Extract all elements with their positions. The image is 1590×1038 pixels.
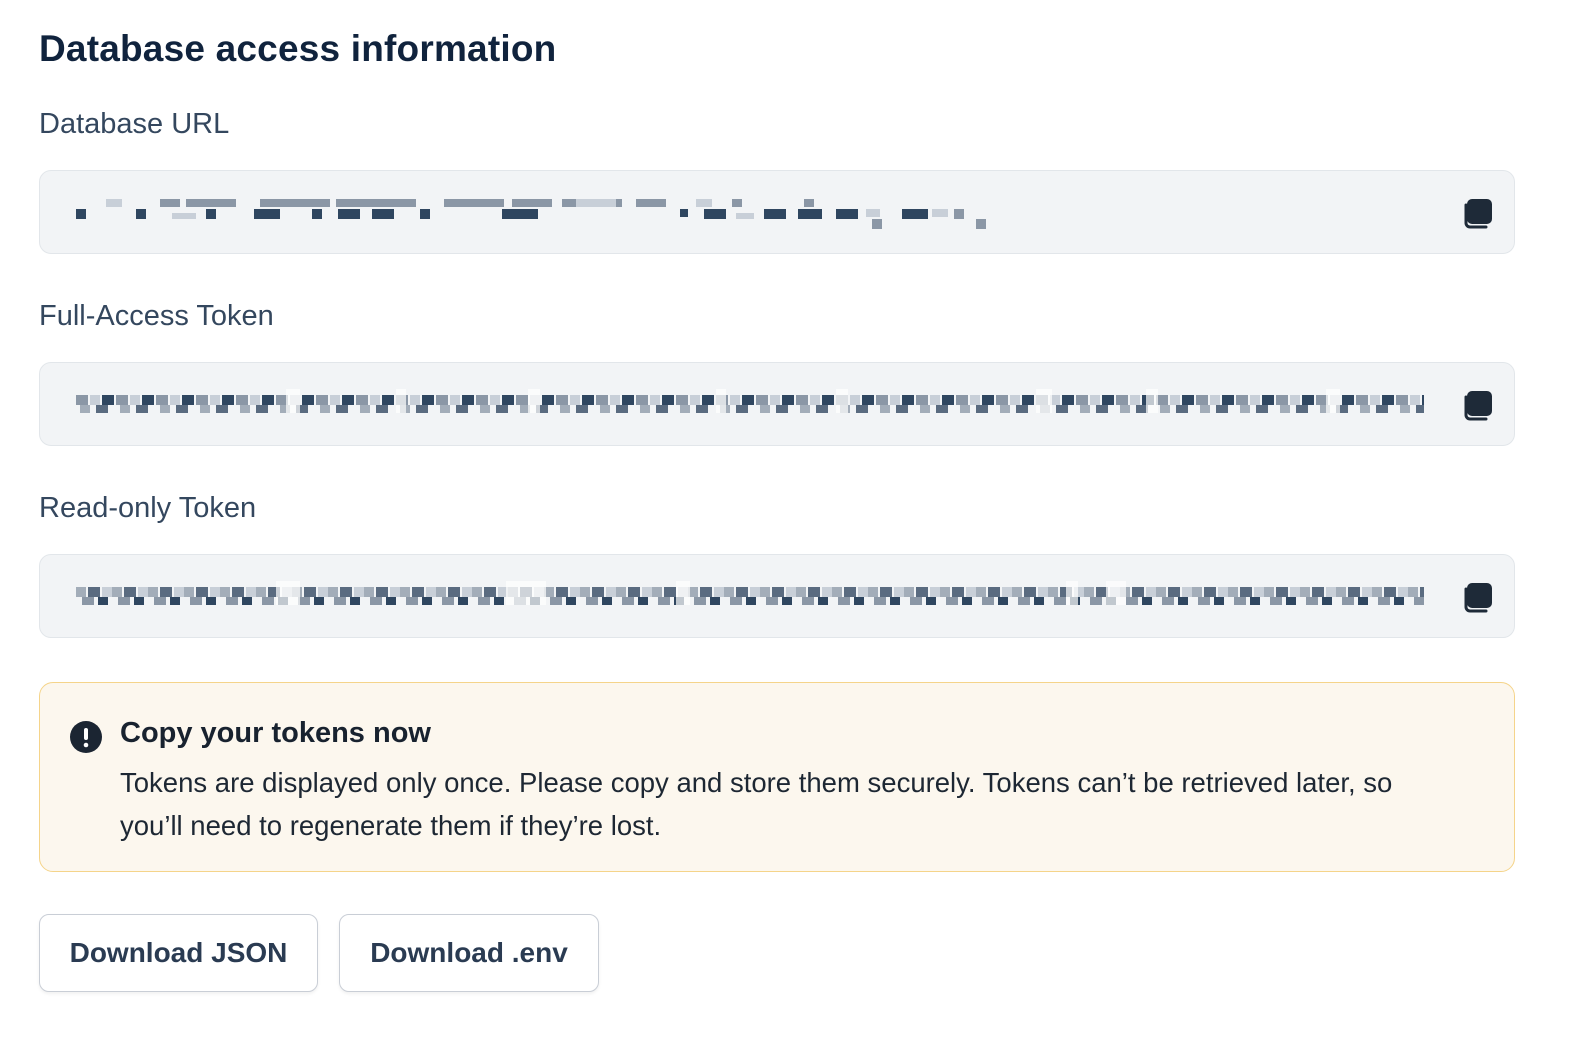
copy-icon — [1464, 583, 1492, 613]
full-access-token-label: Full-Access Token — [39, 300, 274, 332]
full-access-token-field[interactable] — [39, 362, 1515, 446]
copy-tokens-warning: Copy your tokens now Tokens are displaye… — [39, 682, 1515, 872]
read-only-token-label: Read-only Token — [39, 492, 257, 524]
redacted-text — [76, 581, 1424, 605]
database-access-panel: Database access information Database URL — [0, 0, 1590, 1038]
redacted-text — [76, 389, 1424, 413]
copy-database-url-button[interactable] — [1462, 195, 1496, 231]
warning-title: Copy your tokens now — [120, 717, 431, 749]
download-json-button[interactable]: Download JSON — [39, 914, 318, 992]
full-access-token-value-redacted[interactable] — [76, 389, 1436, 421]
exclamation-circle-icon — [70, 721, 102, 753]
redacted-text — [76, 199, 986, 229]
database-url-field[interactable] — [39, 170, 1515, 254]
download-env-button[interactable]: Download .env — [339, 914, 599, 992]
copy-full-access-token-button[interactable] — [1462, 387, 1496, 423]
database-url-value-redacted[interactable] — [76, 197, 1036, 229]
read-only-token-value-redacted[interactable] — [76, 581, 1436, 613]
copy-read-only-token-button[interactable] — [1462, 579, 1496, 615]
page-title: Database access information — [39, 28, 557, 69]
read-only-token-field[interactable] — [39, 554, 1515, 638]
copy-icon — [1464, 391, 1492, 421]
warning-body: Tokens are displayed only once. Please c… — [120, 767, 1393, 841]
copy-icon — [1464, 199, 1492, 229]
database-url-label: Database URL — [39, 108, 230, 140]
